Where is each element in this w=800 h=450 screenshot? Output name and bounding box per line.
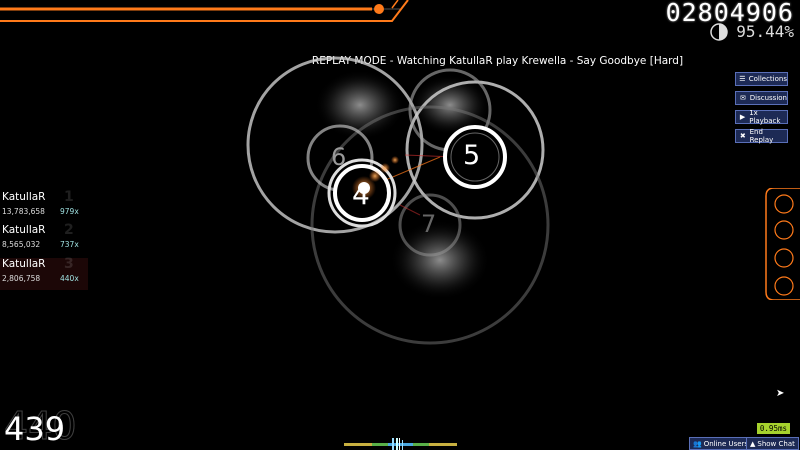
leaderboard-entry: 1 KatullaR 13,783,658 979x xyxy=(0,189,88,223)
leaderboard-rank: 2 xyxy=(64,222,74,238)
users-icon: 👥 xyxy=(693,439,702,448)
key-circle xyxy=(774,248,794,268)
ping-indicator: 0.95ms xyxy=(756,423,790,434)
playback-speed-label: 1x Playback xyxy=(749,109,781,125)
leaderboard-rank: 1 xyxy=(64,189,74,205)
leaderboard-score: 2,806,758 xyxy=(2,274,41,283)
leaderboard-combo: 979x xyxy=(60,207,79,216)
leaderboard-entry-current: 3 KatullaR 2,806,758 440x xyxy=(0,256,88,290)
leaderboard-name: KatullaR xyxy=(2,191,46,203)
show-chat-button[interactable]: ▲ Show Chat xyxy=(746,437,799,450)
leaderboard-name: KatullaR xyxy=(2,224,46,236)
key-circle xyxy=(774,194,794,214)
collections-label: Collections xyxy=(748,75,787,83)
leaderboard-entry: 2 KatullaR 8,565,032 737x xyxy=(0,222,88,256)
discussion-button[interactable]: ✉ Discussion xyxy=(735,91,788,105)
online-users-button[interactable]: 👥 Online Users xyxy=(689,437,753,450)
hit-circle-number: 4 xyxy=(352,178,370,211)
hit-circle-number: 7 xyxy=(421,210,437,238)
combo-counter: 439 xyxy=(4,410,66,448)
leaderboard-score: 8,565,032 xyxy=(2,240,41,249)
leaderboard-name: KatullaR xyxy=(2,258,46,270)
chat-icon: ✉ xyxy=(739,94,746,102)
playfield xyxy=(246,56,550,345)
hit-circle-number: 6 xyxy=(331,143,347,171)
leaderboard-rank: 3 xyxy=(64,256,74,272)
close-icon: ✖ xyxy=(739,132,746,140)
key-circle xyxy=(774,220,794,240)
discussion-label: Discussion xyxy=(749,94,787,102)
mouse-cursor-icon: ➤ xyxy=(776,388,785,399)
end-replay-button[interactable]: ✖ End Replay xyxy=(735,128,788,144)
key-overlay xyxy=(765,188,800,300)
online-users-label: Online Users xyxy=(703,439,749,448)
list-icon: ☰ xyxy=(739,75,746,83)
playback-speed-button[interactable]: ▶ 1x Playback xyxy=(735,109,788,125)
show-chat-label: Show Chat xyxy=(757,439,795,448)
collections-button[interactable]: ☰ Collections xyxy=(735,72,788,86)
leaderboard-combo: 440x xyxy=(60,274,79,283)
play-icon: ▶ xyxy=(739,113,746,121)
hit-error-bar xyxy=(344,438,457,450)
hit-circle-number: 5 xyxy=(463,140,481,171)
leaderboard-combo: 737x xyxy=(60,240,79,249)
chevron-up-icon: ▲ xyxy=(750,439,756,448)
key-circle xyxy=(774,276,794,296)
leaderboard-score: 13,783,658 xyxy=(2,207,45,216)
end-replay-label: End Replay xyxy=(749,128,774,144)
fade-smoke xyxy=(390,220,490,300)
